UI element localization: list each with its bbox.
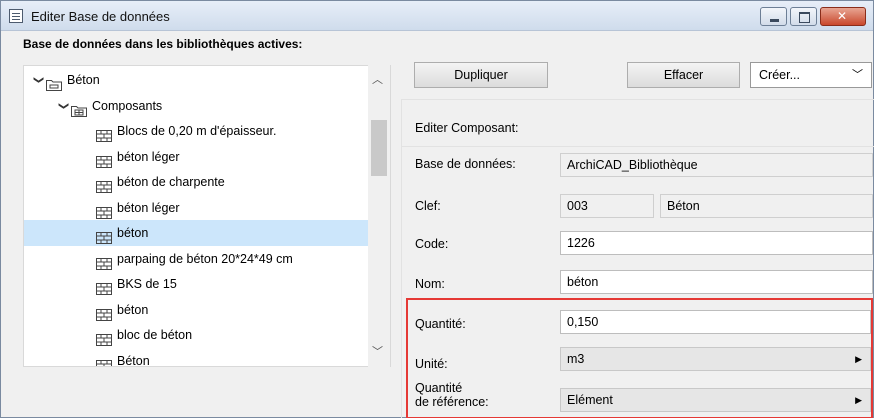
tree-item[interactable]: BKS de 15 bbox=[24, 271, 369, 297]
tree-item-label: bloc de béton bbox=[117, 328, 193, 342]
brick-icon bbox=[96, 304, 112, 321]
database-label: Base de données: bbox=[415, 157, 516, 171]
tree-item-label: BKS de 15 bbox=[117, 277, 177, 291]
create-dropdown-value: Créer... bbox=[759, 68, 800, 82]
chevron-down-icon: ﹀ bbox=[852, 69, 863, 81]
tree-item[interactable]: béton bbox=[24, 297, 369, 323]
tree-item-label: Béton bbox=[117, 353, 150, 367]
close-button[interactable] bbox=[820, 7, 866, 26]
scroll-thumb[interactable] bbox=[371, 120, 387, 176]
name-input[interactable]: béton bbox=[560, 270, 873, 294]
tree-item[interactable]: béton bbox=[24, 220, 369, 246]
code-input[interactable]: 1226 bbox=[560, 231, 873, 255]
tree-item[interactable]: bloc de béton bbox=[24, 322, 369, 348]
tree-item-label: Béton bbox=[67, 73, 100, 87]
tree-item[interactable]: parpaing de béton 20*24*49 cm bbox=[24, 246, 369, 272]
name-label: Nom: bbox=[415, 277, 445, 291]
brick-icon bbox=[96, 253, 112, 270]
tree-item[interactable]: ❯ Composants bbox=[24, 93, 369, 119]
components-folder-icon bbox=[71, 100, 87, 117]
tree-item-label: Composants bbox=[92, 98, 163, 113]
section-title: Editer Composant: bbox=[415, 121, 519, 135]
tree-item-label: béton léger bbox=[117, 149, 180, 164]
section-divider bbox=[401, 146, 874, 147]
brick-icon bbox=[96, 329, 112, 346]
code-label: Code: bbox=[415, 237, 449, 251]
key-name-field: Béton bbox=[660, 194, 873, 218]
maximize-button[interactable] bbox=[790, 7, 817, 26]
scroll-up-icon[interactable]: ︿ bbox=[372, 71, 383, 87]
title-bar: Editer Base de données bbox=[1, 1, 873, 31]
tree-scrollbar[interactable]: ︿ ﹀ bbox=[368, 65, 390, 367]
brick-icon bbox=[96, 202, 112, 219]
tree-item-label: béton bbox=[117, 226, 149, 240]
brick-icon bbox=[96, 125, 112, 142]
brick-icon bbox=[96, 151, 112, 168]
tree-item-label: béton léger bbox=[117, 200, 180, 215]
database-folder-icon bbox=[46, 74, 62, 91]
tree-item-label: béton bbox=[117, 302, 149, 317]
tree-item-label: parpaing de béton 20*24*49 cm bbox=[117, 251, 293, 266]
brick-icon bbox=[96, 355, 112, 366]
tree-item[interactable]: béton de charpente bbox=[24, 169, 369, 195]
window-title: Editer Base de données bbox=[31, 9, 170, 24]
tree-item[interactable]: Béton bbox=[24, 348, 369, 367]
tree-item[interactable]: ❯ Béton bbox=[24, 67, 369, 93]
highlight-box bbox=[406, 298, 873, 418]
brick-icon bbox=[96, 278, 112, 295]
library-label: Base de données dans les bibliothèques a… bbox=[23, 37, 303, 51]
tree-item[interactable]: Blocs de 0,20 m d'épaisseur. bbox=[24, 118, 369, 144]
key-code-field: 003 bbox=[560, 194, 654, 218]
duplicate-button[interactable]: Dupliquer bbox=[414, 62, 548, 88]
editer-base-de-donnees-window: Editer Base de données Base de données d… bbox=[0, 0, 874, 418]
tree-item[interactable]: béton léger bbox=[24, 144, 369, 170]
brick-icon bbox=[96, 227, 112, 244]
tree-item-label: Blocs de 0,20 m d'épaisseur. bbox=[117, 124, 277, 138]
create-dropdown[interactable]: Créer... ﹀ bbox=[750, 62, 872, 88]
scroll-down-icon[interactable]: ﹀ bbox=[372, 343, 383, 359]
database-field: ArchiCAD_Bibliothèque bbox=[560, 153, 873, 177]
minimize-button[interactable] bbox=[760, 7, 787, 26]
key-label: Clef: bbox=[415, 199, 441, 213]
brick-icon bbox=[96, 176, 112, 193]
toolbar-divider bbox=[401, 99, 874, 100]
tree-item[interactable]: béton léger bbox=[24, 195, 369, 221]
delete-button[interactable]: Effacer bbox=[627, 62, 740, 88]
tree-item-label: béton de charpente bbox=[117, 175, 225, 189]
app-icon bbox=[9, 9, 23, 23]
database-tree[interactable]: ❯ Béton ❯ Composants Blocs de 0,20 m d'épais… bbox=[23, 65, 391, 367]
